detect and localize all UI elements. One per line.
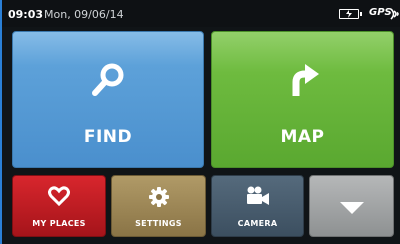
battery-charging-icon xyxy=(339,9,362,19)
search-icon xyxy=(88,60,128,104)
settings-label: SETTINGS xyxy=(135,219,182,228)
camera-button[interactable]: CAMERA xyxy=(211,175,304,237)
turn-arrow-icon xyxy=(283,60,323,104)
gear-icon xyxy=(148,186,170,212)
status-bar: 09:03 Mon, 09/06/14 GPS xyxy=(2,0,400,27)
chevron-down-icon xyxy=(339,200,365,219)
find-button[interactable]: FIND xyxy=(12,31,204,168)
clock-time: 09:03 xyxy=(8,8,44,21)
video-camera-icon xyxy=(245,186,271,210)
heart-icon xyxy=(48,186,70,210)
map-label: MAP xyxy=(280,127,325,147)
map-button[interactable]: MAP xyxy=(211,31,394,168)
more-button[interactable] xyxy=(309,175,394,237)
camera-label: CAMERA xyxy=(237,219,278,228)
my-places-label: MY PLACES xyxy=(32,219,86,228)
find-label: FIND xyxy=(83,127,133,147)
clock-date: Mon, 09/06/14 xyxy=(44,8,124,21)
my-places-button[interactable]: MY PLACES xyxy=(12,175,106,237)
gps-label: GPS xyxy=(369,7,392,18)
settings-button[interactable]: SETTINGS xyxy=(111,175,206,237)
gps-signal-icon xyxy=(390,6,400,25)
